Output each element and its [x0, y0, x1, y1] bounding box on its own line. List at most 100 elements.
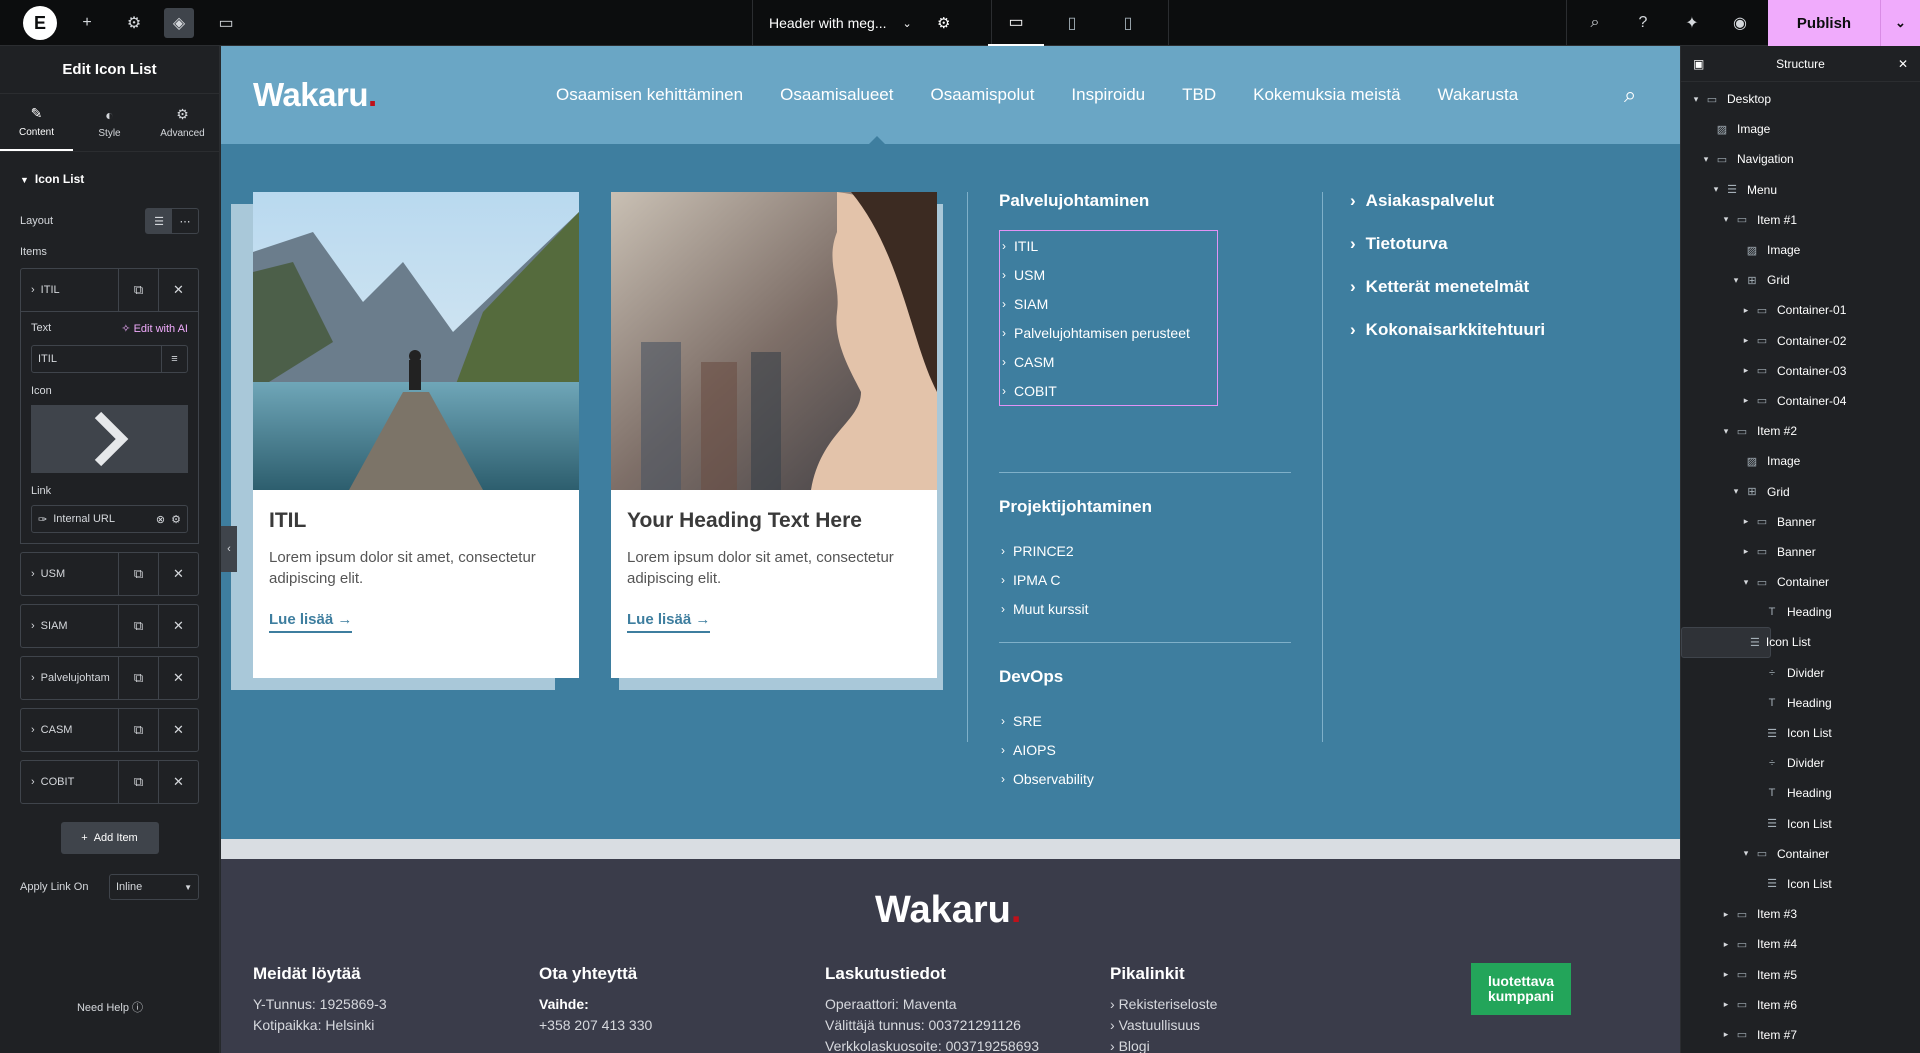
icon-list-item[interactable]: › Palvelujohtamisen perusteet: [1002, 318, 1217, 347]
footer-logo[interactable]: Wakaru.: [875, 889, 1021, 932]
footer-link[interactable]: › Rekisteriseloste: [1110, 994, 1217, 1015]
caret-icon[interactable]: ▾: [1689, 94, 1703, 105]
collapse-panel-button[interactable]: ‹: [221, 526, 237, 572]
icon-list-item[interactable]: › SIAM: [1002, 289, 1217, 318]
nav-item[interactable]: Inspiroidu: [1071, 85, 1145, 105]
structure-item[interactable]: ▸ ▭ Container-04: [1681, 386, 1920, 416]
close-icon[interactable]: ✕: [1898, 57, 1908, 71]
card-read-more-link[interactable]: Lue lisää →: [627, 611, 711, 633]
card-heading[interactable]: Your Heading Text Here Lorem ipsum dolor…: [611, 192, 937, 678]
structure-item[interactable]: ☰ Icon List: [1681, 718, 1920, 748]
repeater-item-title[interactable]: › Palvelujohtam: [21, 657, 118, 699]
document-title[interactable]: Header with meg... ⌄ ⚙: [752, 0, 992, 46]
repeater-item-title[interactable]: › SIAM: [21, 605, 118, 647]
repeater-item-itil[interactable]: › ITIL ⧉ ✕: [20, 268, 199, 312]
chevron-down-icon[interactable]: ⌄: [1880, 0, 1920, 46]
icon-list-selected[interactable]: › ITIL › USM › SIAM › Palvelujohtamisen peruste…: [999, 230, 1218, 406]
list-layout-icon[interactable]: ☰: [146, 209, 172, 233]
publish-button[interactable]: Publish ⌄: [1768, 0, 1920, 46]
inline-layout-icon[interactable]: ⋯: [172, 209, 198, 233]
structure-item[interactable]: ▸ ▭ Item #4: [1681, 929, 1920, 959]
clear-icon[interactable]: ⊗: [156, 513, 165, 526]
close-icon[interactable]: ✕: [158, 605, 198, 647]
close-icon[interactable]: ✕: [158, 761, 198, 803]
category-link[interactable]: › Kokonaisarkkitehtuuri: [1350, 320, 1545, 340]
link-settings-icon[interactable]: ⚙: [171, 513, 181, 526]
caret-icon[interactable]: ▸: [1739, 305, 1753, 316]
structure-item[interactable]: ▸ ▭ Item #6: [1681, 990, 1920, 1020]
nav-item[interactable]: Osaamisalueet: [780, 85, 893, 105]
caret-icon[interactable]: ▸: [1739, 365, 1753, 376]
structure-item[interactable]: T Heading: [1681, 688, 1920, 718]
panel-toggle-icon[interactable]: ▣: [1693, 57, 1704, 71]
gift-icon[interactable]: ✦: [1677, 8, 1707, 38]
structure-item[interactable]: ▾ ⊞ Grid: [1681, 476, 1920, 506]
caret-icon[interactable]: ▾: [1739, 577, 1753, 588]
structure-item[interactable]: ▸ ▭ Banner: [1681, 537, 1920, 567]
duplicate-icon[interactable]: ⧉: [118, 761, 158, 803]
structure-item[interactable]: ▾ ⊞ Grid: [1681, 265, 1920, 295]
tab-advanced[interactable]: ⚙ Advanced: [146, 94, 219, 151]
close-icon[interactable]: ✕: [158, 269, 198, 311]
icon-list-item[interactable]: › PRINCE2: [1001, 536, 1088, 565]
structure-item[interactable]: ▸ ▭ Item #3: [1681, 899, 1920, 929]
site-logo[interactable]: Wakaru.: [253, 76, 377, 114]
structure-item[interactable]: ▸ ▭ Container-03: [1681, 356, 1920, 386]
caret-icon[interactable]: ▸: [1739, 395, 1753, 406]
structure-item[interactable]: ▾ ▭ Container: [1681, 839, 1920, 869]
elementor-logo-icon[interactable]: E: [23, 6, 57, 40]
structure-item[interactable]: ☰ Icon List: [1681, 809, 1920, 839]
edit-with-ai-button[interactable]: ✧ Edit with AI: [121, 322, 188, 335]
structure-item[interactable]: ▸ ▭ Item #5: [1681, 959, 1920, 989]
nav-item[interactable]: Osaamisen kehittäminen: [556, 85, 743, 105]
repeater-item[interactable]: › Palvelujohtam ⧉ ✕: [20, 656, 199, 700]
caret-icon[interactable]: ▸: [1739, 516, 1753, 527]
caret-icon[interactable]: ▾: [1709, 184, 1723, 195]
structure-item[interactable]: ▨ Image: [1681, 235, 1920, 265]
structure-item[interactable]: ▨ Image: [1681, 446, 1920, 476]
icon-list-item[interactable]: › CASM: [1002, 347, 1217, 376]
structure-item[interactable]: ▾ ☰ Menu: [1681, 175, 1920, 205]
structure-item[interactable]: ▨ Image: [1681, 114, 1920, 144]
caret-icon[interactable]: ▸: [1739, 546, 1753, 557]
structure-item[interactable]: ☰ Icon List: [1681, 627, 1811, 658]
text-input[interactable]: ITIL ≡: [31, 345, 188, 373]
nav-item[interactable]: Kokemuksia meistä: [1253, 85, 1400, 105]
link-input[interactable]: ✑ Internal URL ⊗ ⚙: [31, 505, 188, 533]
tablet-view-icon[interactable]: ▯: [1044, 0, 1100, 46]
structure-item[interactable]: ÷ Divider: [1681, 658, 1920, 688]
caret-icon[interactable]: ▾: [1699, 154, 1713, 165]
close-icon[interactable]: ✕: [158, 657, 198, 699]
repeater-item[interactable]: › SIAM ⧉ ✕: [20, 604, 199, 648]
category-link[interactable]: › Asiakaspalvelut: [1350, 191, 1494, 211]
card-read-more-link[interactable]: Lue lisää →: [269, 611, 353, 633]
nav-item[interactable]: Wakarusta: [1438, 85, 1519, 105]
heading-projektijohtaminen[interactable]: Projektijohtaminen: [999, 497, 1152, 517]
repeater-item[interactable]: › COBIT ⧉ ✕: [20, 760, 199, 804]
structure-item[interactable]: ▾ ▭ Desktop: [1681, 84, 1920, 114]
structure-item[interactable]: T Heading: [1681, 597, 1920, 627]
repeater-item-title[interactable]: › CASM: [21, 709, 118, 751]
caret-icon[interactable]: ▸: [1719, 999, 1733, 1010]
search-icon[interactable]: ⌕: [1580, 8, 1610, 38]
repeater-item[interactable]: › CASM ⧉ ✕: [20, 708, 199, 752]
duplicate-icon[interactable]: ⧉: [118, 269, 158, 311]
desktop-view-icon[interactable]: ▭: [988, 0, 1044, 46]
footer-phone-link[interactable]: +358 207 413 330: [539, 1015, 652, 1036]
icon-list-item[interactable]: › ITIL: [1002, 231, 1217, 260]
nav-item[interactable]: TBD: [1182, 85, 1216, 105]
nav-item[interactable]: Osaamispolut: [930, 85, 1034, 105]
help-icon[interactable]: ?: [1628, 8, 1658, 38]
heading-devops[interactable]: DevOps: [999, 667, 1063, 687]
repeater-item-title[interactable]: › USM: [21, 553, 118, 595]
need-help-link[interactable]: Need Help ⓘ: [0, 999, 220, 1015]
caret-icon[interactable]: ▸: [1719, 969, 1733, 980]
structure-item[interactable]: T Heading: [1681, 778, 1920, 808]
preview-eye-icon[interactable]: ◉: [1725, 8, 1755, 38]
structure-item[interactable]: ▾ ▭ Container: [1681, 567, 1920, 597]
add-item-button[interactable]: + Add Item: [60, 822, 159, 854]
structure-item[interactable]: ▸ ▭ Item #7: [1681, 1020, 1920, 1050]
section-icon-list[interactable]: ▼ Icon List: [0, 152, 219, 186]
tab-style[interactable]: ◐ Style: [73, 94, 146, 151]
heading-palvelujohtaminen[interactable]: Palvelujohtaminen: [999, 191, 1149, 211]
